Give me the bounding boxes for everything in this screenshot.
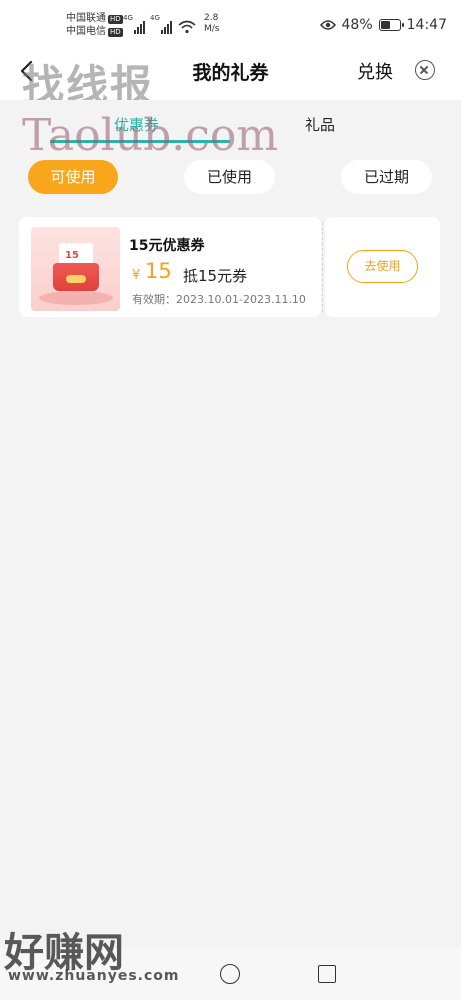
thumb-number: 15 — [65, 250, 79, 261]
coupon-card[interactable]: 15 15元优惠券 ¥ 15 抵15元券 有效期：2023.10.01-2023… — [19, 217, 321, 317]
network-type-label: 4G — [123, 14, 133, 22]
clock: 14:47 — [406, 17, 447, 33]
hd-badge: HD — [108, 28, 123, 37]
status-bar: 中国联通 HD 中国电信 HD 4G 4G 2.8 M/s 48% 14:47 — [0, 0, 461, 44]
network-speed: 2.8 M/s — [204, 13, 220, 35]
use-coupon-button[interactable]: 去使用 — [347, 250, 418, 283]
battery-percent: 48% — [341, 17, 373, 33]
coupon-divider — [322, 222, 323, 312]
carrier-1: 中国联通 — [66, 13, 106, 24]
coupon-amount: 15 — [145, 259, 172, 283]
currency-symbol: ¥ — [132, 268, 141, 283]
home-circle-icon[interactable] — [220, 964, 240, 984]
coupon-validity: 有效期：2023.10.01-2023.11.10 — [132, 293, 306, 306]
eye-icon — [319, 20, 336, 30]
status-right: 48% 14:47 — [319, 17, 447, 33]
speed-unit: M/s — [204, 24, 220, 34]
signal-strength-icon: 4G — [123, 14, 145, 34]
watermark-url-bottom: www.zhuanyes.com — [8, 968, 180, 984]
hd-badge: HD — [108, 15, 123, 24]
signal-indicators: 4G 4G — [123, 14, 196, 34]
coupon-envelope-icon: 15 — [31, 227, 120, 311]
filter-usable[interactable]: 可使用 — [28, 160, 118, 194]
carrier-info: 中国联通 HD 中国电信 HD — [66, 12, 123, 38]
battery-icon — [378, 19, 404, 31]
speed-value: 2.8 — [204, 13, 219, 23]
coupon-description: 抵15元券 — [183, 267, 248, 285]
close-icon[interactable] — [415, 60, 435, 80]
wifi-icon — [178, 20, 196, 34]
recent-apps-square-icon[interactable] — [318, 965, 336, 983]
network-type-label: 4G — [150, 14, 160, 22]
filter-expired[interactable]: 已过期 — [341, 160, 432, 194]
carrier-2: 中国电信 — [66, 26, 106, 37]
signal-strength-icon: 4G — [150, 14, 172, 34]
exchange-button[interactable]: 兑换 — [357, 58, 393, 84]
tab-gifts[interactable]: 礼品 — [305, 114, 335, 135]
filter-used[interactable]: 已使用 — [184, 160, 275, 194]
coupon-name: 15元优惠券 — [129, 238, 205, 254]
watermark-url: Taolub.com — [22, 110, 279, 161]
coupon-action-area: 去使用 — [325, 217, 440, 317]
